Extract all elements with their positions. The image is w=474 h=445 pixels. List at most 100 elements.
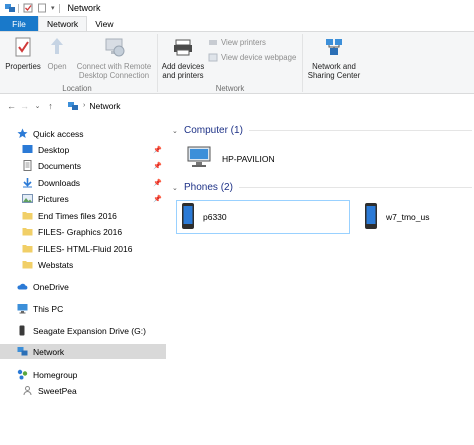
view-printers-label: View printers	[221, 38, 266, 47]
pin-icon[interactable]: 📌	[153, 195, 162, 203]
add-devices-label-1: Add devices	[161, 62, 205, 71]
nav-pictures-label: Pictures	[38, 193, 69, 204]
collapse-chevron-icon[interactable]: ⌄	[172, 184, 180, 192]
nsc-label-1: Network and	[312, 62, 356, 71]
nav-homegroup[interactable]: Homegroup	[0, 367, 166, 382]
computer-name-label: HP-PAVILION	[222, 154, 275, 164]
address-bar-row: ← → ⌄ ↑ › Network	[0, 97, 474, 114]
ribbon: Properties Open Connect with Remote Desk…	[0, 31, 474, 94]
nav-documents-label: Documents	[38, 160, 81, 171]
phone-item-p6330[interactable]: p6330	[176, 200, 350, 234]
forward-arrow-icon[interactable]: →	[18, 99, 31, 112]
nav-folder-label: Webstats	[38, 259, 74, 270]
nav-sweetpea[interactable]: SweetPea	[0, 383, 166, 398]
properties-button[interactable]: Properties	[4, 34, 42, 71]
nav-folder-webstats[interactable]: Webstats	[0, 257, 166, 272]
content-pane: ⌄ Computer (1) HP-PAVILION ⌄ Phones (2) …	[172, 118, 474, 445]
view-device-webpage-button[interactable]: View device webpage	[208, 53, 296, 62]
new-folder-quick-icon[interactable]	[37, 3, 47, 13]
nav-downloads[interactable]: Downloads 📌	[0, 175, 166, 190]
window-title: Network	[67, 3, 101, 13]
tab-view[interactable]: View	[87, 16, 121, 31]
nav-onedrive-label: OneDrive	[33, 281, 69, 292]
folder-icon	[22, 259, 33, 270]
pin-icon[interactable]: 📌	[153, 146, 162, 154]
download-arrow-icon	[22, 177, 33, 188]
view-device-webpage-label: View device webpage	[221, 53, 297, 62]
network-sharing-icon	[305, 36, 363, 60]
phones-group-header[interactable]: ⌄ Phones (2)	[172, 182, 472, 193]
location-group-label: Location	[62, 84, 92, 93]
ribbon-separator-2	[302, 34, 303, 92]
phone-name-label: p6330	[203, 212, 227, 222]
computer-group-header[interactable]: ⌄ Computer (1)	[172, 125, 472, 136]
recent-locations-chevron-icon[interactable]: ⌄	[31, 99, 44, 112]
view-printers-button[interactable]: View printers	[208, 38, 266, 47]
add-devices-button[interactable]: Add devices and printers	[159, 34, 207, 80]
nav-documents[interactable]: Documents 📌	[0, 158, 166, 173]
nav-network[interactable]: Network	[0, 344, 166, 359]
nav-seagate-drive[interactable]: Seagate Expansion Drive (G:)	[0, 323, 166, 338]
nav-desktop[interactable]: Desktop 📌	[0, 142, 166, 157]
nav-onedrive[interactable]: OneDrive	[0, 279, 166, 294]
nav-folder-label: FILES- HTML-Fluid 2016	[38, 243, 133, 254]
pin-icon[interactable]: 📌	[153, 179, 162, 187]
webpage-icon	[208, 53, 218, 62]
open-button[interactable]: Open	[45, 34, 69, 71]
nav-folder-graphics[interactable]: FILES- Graphics 2016	[0, 224, 166, 239]
nav-this-pc-label: This PC	[33, 303, 64, 314]
phone-name-label: w7_tmo_us	[386, 212, 430, 222]
ribbon-separator-1	[157, 34, 158, 92]
remote-desktop-icon	[72, 36, 156, 60]
network-crumb-icon	[68, 101, 78, 110]
remote-desktop-label-2: Desktop Connection	[78, 71, 150, 80]
phones-group-label: Phones (2)	[184, 182, 233, 193]
group-divider	[248, 130, 472, 131]
network-sharing-center-button[interactable]: Network and Sharing Center	[305, 34, 363, 80]
tab-network[interactable]: Network	[38, 16, 88, 31]
computer-icon	[186, 145, 214, 173]
nav-homegroup-label: Homegroup	[33, 369, 78, 380]
phone-icon	[364, 202, 378, 232]
navigation-pane: Quick access Desktop 📌 Documents 📌 Downl…	[0, 123, 166, 445]
nav-quick-access[interactable]: Quick access	[0, 126, 166, 141]
pin-icon[interactable]: 📌	[153, 162, 162, 170]
nav-downloads-label: Downloads	[38, 177, 81, 188]
address-box[interactable]: › Network	[67, 98, 121, 113]
network-icon	[17, 346, 28, 357]
phone-item-w7-tmo-us[interactable]: w7_tmo_us	[364, 202, 429, 232]
network-icon	[4, 3, 15, 13]
nav-folder-label: End Times files 2016	[38, 210, 117, 221]
collapse-chevron-icon[interactable]: ⌄	[172, 127, 180, 135]
computer-group-label: Computer (1)	[184, 125, 243, 136]
nav-sweetpea-label: SweetPea	[38, 385, 77, 396]
breadcrumb-network[interactable]: Network	[89, 101, 120, 111]
printer-icon	[159, 36, 207, 60]
folder-icon	[22, 243, 33, 254]
nav-pictures[interactable]: Pictures 📌	[0, 191, 166, 206]
remote-desktop-label-1: Connect with Remote	[76, 62, 152, 71]
network-group-label: Network	[215, 84, 245, 93]
remote-desktop-button[interactable]: Connect with Remote Desktop Connection	[72, 34, 156, 80]
nav-folder-html-fluid[interactable]: FILES- HTML-Fluid 2016	[0, 241, 166, 256]
nav-folder-label: FILES- Graphics 2016	[38, 226, 123, 237]
nav-this-pc[interactable]: This PC	[0, 301, 166, 316]
nav-seagate-label: Seagate Expansion Drive (G:)	[33, 325, 146, 336]
tab-file[interactable]: File	[0, 16, 38, 31]
computer-item[interactable]: HP-PAVILION	[186, 144, 275, 174]
computer-icon	[17, 303, 28, 314]
up-arrow-icon[interactable]: ↑	[44, 99, 57, 112]
crumb-chevron-icon[interactable]: ›	[83, 102, 85, 109]
customize-quick-access-icon[interactable]: ▾	[51, 4, 55, 12]
nav-desktop-label: Desktop	[38, 144, 70, 155]
nav-folder-end-times[interactable]: End Times files 2016	[0, 208, 166, 223]
user-icon	[22, 385, 33, 396]
cloud-icon	[17, 281, 28, 292]
open-icon	[45, 36, 69, 60]
back-arrow-icon[interactable]: ←	[5, 99, 18, 112]
title-separator	[18, 3, 19, 13]
view-printers-icon	[209, 40, 217, 45]
nav-quick-access-label: Quick access	[33, 128, 84, 139]
star-icon	[17, 128, 28, 139]
properties-quick-icon[interactable]	[23, 3, 33, 13]
